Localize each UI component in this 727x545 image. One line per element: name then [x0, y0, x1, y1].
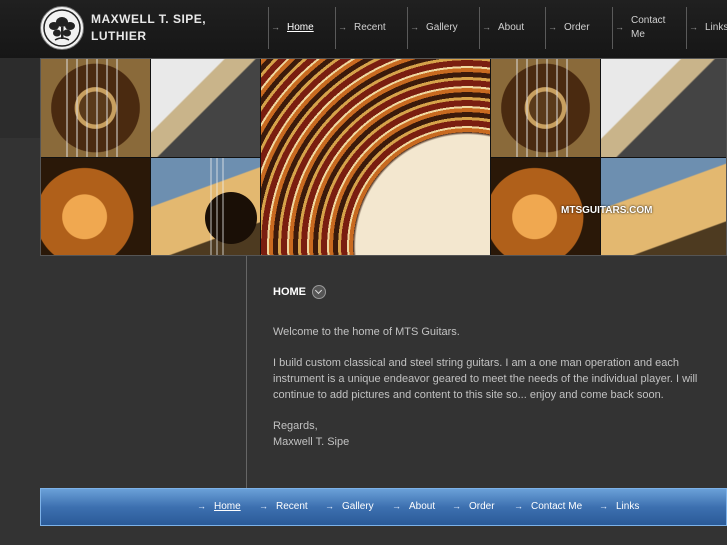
- arrow-right-icon: →: [325, 501, 334, 511]
- signoff-text: Regards,: [273, 420, 318, 432]
- arrow-right-icon: →: [452, 501, 461, 511]
- footer-nav-item-gallery[interactable]: → Gallery: [325, 501, 374, 512]
- intro-text: I build custom classical and steel strin…: [273, 357, 698, 401]
- nav-item-label[interactable]: Home: [287, 21, 314, 35]
- nav-item-label[interactable]: Gallery: [426, 21, 458, 35]
- nav-item-about[interactable]: → About: [479, 7, 545, 49]
- arrow-right-icon: →: [548, 22, 557, 32]
- strings-graphic: [516, 59, 568, 157]
- content-divider: [246, 256, 247, 488]
- banner-photo-rosette-closeup: [261, 59, 490, 255]
- nav-item-label[interactable]: Recent: [354, 21, 386, 35]
- footer-nav-label[interactable]: Recent: [276, 501, 308, 512]
- banner-photo-rosette: [41, 59, 150, 157]
- nav-item-label[interactable]: About: [498, 21, 524, 35]
- main-content: HOME Welcome to the home of MTS Guitars.…: [273, 284, 713, 465]
- site-brand: MAXWELL T. SIPE, LUTHIER: [91, 12, 207, 43]
- tree-seal-icon: [43, 9, 81, 47]
- arrow-right-icon: →: [615, 22, 624, 32]
- footer-nav-item-order[interactable]: → Order: [452, 501, 495, 512]
- footer-nav-item-recent[interactable]: → Recent: [259, 501, 308, 512]
- signature-text: Maxwell T. Sipe: [273, 436, 350, 448]
- arrow-right-icon: →: [259, 501, 268, 511]
- footer-nav-item-contact[interactable]: → Contact Me: [514, 501, 582, 512]
- footer-nav-bar: → Home → Recent → Gallery → About → Order → Co…: [40, 488, 727, 526]
- banner-photo-rosette-2: [491, 59, 600, 157]
- arrow-right-icon: →: [338, 22, 347, 32]
- nav-item-order[interactable]: → Order: [545, 7, 612, 49]
- arrow-right-icon: →: [197, 501, 206, 511]
- logo[interactable]: [40, 6, 84, 50]
- nav-item-home[interactable]: → Home: [268, 7, 335, 49]
- nav-item-recent[interactable]: → Recent: [335, 7, 407, 49]
- arrow-right-icon: →: [392, 501, 401, 511]
- arrow-right-icon: →: [689, 22, 698, 32]
- footer-nav-item-links[interactable]: → Links: [599, 501, 639, 512]
- site-header: MAXWELL T. SIPE, LUTHIER → Home → Recent…: [0, 0, 727, 58]
- page-title: HOME: [273, 284, 713, 300]
- nav-item-label[interactable]: Order: [564, 21, 590, 35]
- footer-nav-label[interactable]: Home: [214, 501, 241, 512]
- footer-nav-label[interactable]: Gallery: [342, 501, 374, 512]
- arrow-right-icon: →: [599, 501, 608, 511]
- banner-photo-tool: [151, 59, 260, 157]
- welcome-text: Welcome to the home of MTS Guitars.: [273, 326, 460, 338]
- footer-nav-item-home[interactable]: → Home: [197, 501, 241, 512]
- banner-collage: MTSGUITARS.COM: [40, 58, 727, 256]
- nav-item-gallery[interactable]: → Gallery: [407, 7, 479, 49]
- signature-block: Regards, Maxwell T. Sipe: [273, 418, 713, 450]
- guitar-soundhole-graphic: [205, 158, 257, 255]
- footer-nav-label[interactable]: Contact Me: [531, 501, 582, 512]
- nav-item-links[interactable]: → Links: [686, 7, 727, 49]
- footer-nav-item-about[interactable]: → About: [392, 501, 435, 512]
- arrow-right-icon: →: [482, 22, 491, 32]
- banner-photo-guitar: [151, 158, 260, 255]
- banner-watermark: MTSGUITARS.COM: [561, 205, 653, 216]
- arrow-right-icon: →: [410, 22, 419, 32]
- arrow-right-icon: →: [514, 501, 523, 511]
- banner-photo-tool-2: [601, 59, 726, 157]
- nav-item-label[interactable]: Links: [705, 21, 727, 35]
- footer-nav-label[interactable]: Links: [616, 501, 639, 512]
- page-title-text: HOME: [273, 286, 306, 298]
- footer-nav-label[interactable]: Order: [469, 501, 495, 512]
- chevron-down-circle-icon[interactable]: [312, 285, 326, 299]
- nav-item-contact[interactable]: → Contact Me: [612, 7, 686, 49]
- nav-item-label[interactable]: Contact Me: [631, 14, 679, 42]
- strings-graphic: [66, 59, 118, 157]
- banner-photo-hand: [41, 158, 150, 255]
- footer-nav-label[interactable]: About: [409, 501, 435, 512]
- arrow-right-icon: →: [271, 22, 280, 32]
